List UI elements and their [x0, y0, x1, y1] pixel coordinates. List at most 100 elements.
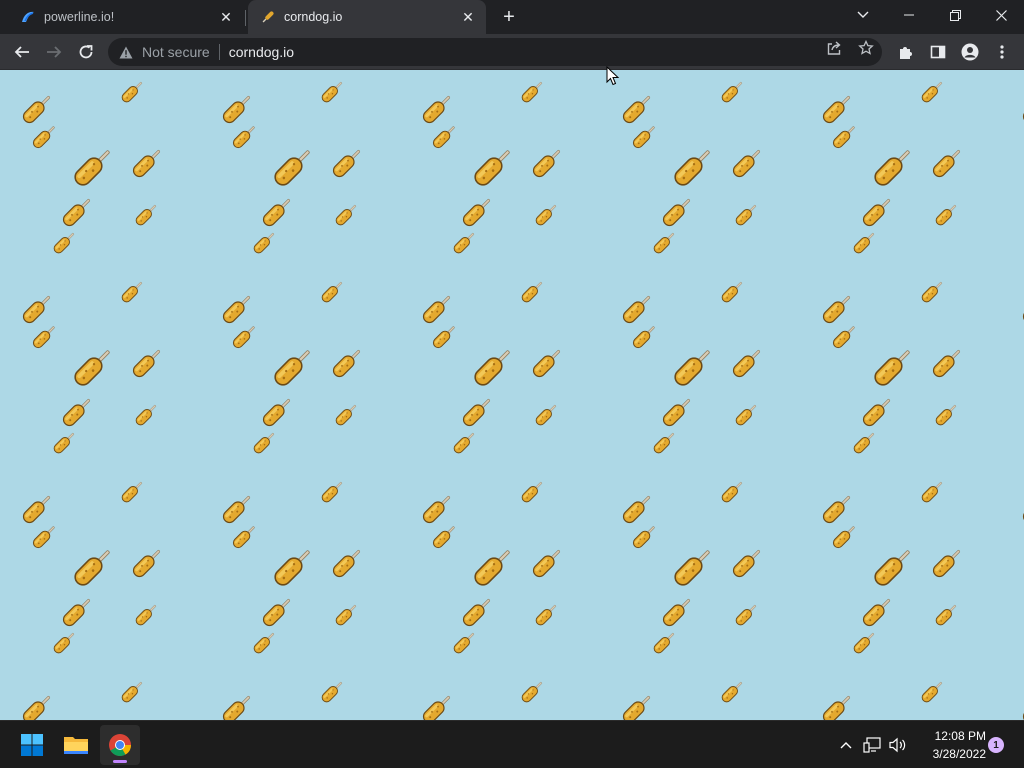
corndog-icon — [622, 695, 651, 720]
corndog-icon — [935, 404, 957, 426]
corndog-icon — [674, 350, 710, 386]
corndog-icon — [135, 204, 157, 226]
tab-title: powerline.io! — [44, 10, 115, 24]
taskbar: 12:08 PM 3/28/2022 1 — [0, 720, 1024, 768]
file-explorer-button[interactable] — [56, 725, 96, 765]
close-tab-icon[interactable]: ✕ — [458, 7, 478, 27]
corndog-icon — [462, 198, 491, 227]
corndog-icon — [732, 349, 761, 378]
new-tab-button[interactable]: + — [498, 6, 520, 28]
corndog-icon — [474, 150, 510, 186]
corndog-icon — [260, 9, 276, 25]
forward-button[interactable] — [40, 38, 68, 66]
corndog-icon — [321, 81, 343, 103]
corndog-icon — [453, 632, 475, 654]
corndog-icon — [1022, 501, 1024, 524]
extensions-puzzle-icon[interactable] — [892, 38, 920, 66]
corndog-icon — [262, 598, 291, 627]
windows-start-button[interactable] — [12, 725, 52, 765]
menu-kebab-icon[interactable] — [988, 38, 1016, 66]
corndog-icon — [732, 149, 761, 178]
corndog-icon — [232, 126, 255, 149]
corndog-icon — [521, 281, 543, 303]
corndog-icon — [121, 481, 143, 503]
address-bar[interactable]: Not secure corndog.io — [108, 38, 882, 66]
corndog-icon — [532, 149, 561, 178]
profile-avatar-icon[interactable] — [956, 38, 984, 66]
corndog-icon — [121, 81, 143, 103]
security-label[interactable]: Not secure — [142, 44, 210, 60]
corndog-icon — [853, 232, 875, 254]
corndog-icon — [32, 126, 55, 149]
corndog-icon — [132, 149, 161, 178]
corndog-icon — [335, 404, 357, 426]
corndog-icon — [632, 126, 655, 149]
tab-search-chevron-icon[interactable] — [840, 0, 886, 30]
minimize-button[interactable] — [886, 0, 932, 30]
corndog-icon — [462, 398, 491, 427]
bookmark-star-icon[interactable] — [858, 40, 874, 56]
corndog-icon — [822, 695, 851, 720]
corndog-icon — [653, 432, 675, 454]
reload-button[interactable] — [72, 38, 100, 66]
notification-badge[interactable]: 1 — [988, 737, 1004, 753]
corndog-icon — [721, 81, 743, 103]
corndog-icon — [874, 150, 910, 186]
corndog-icon — [62, 598, 91, 627]
close-window-button[interactable] — [978, 0, 1024, 30]
corndog-icon — [321, 681, 343, 703]
corndog-icon — [232, 526, 255, 549]
windows-logo-icon — [21, 734, 43, 756]
corndog-icon — [62, 398, 91, 427]
clock-time: 12:08 PM — [934, 729, 986, 743]
corndog-icon — [274, 550, 310, 586]
corndog-icon — [74, 150, 110, 186]
corndog-icon — [853, 632, 875, 654]
corndog-icon — [735, 404, 757, 426]
corndog-icon — [532, 549, 561, 578]
corndog-icon — [862, 398, 891, 427]
corndog-icon — [832, 526, 855, 549]
corndog-icon — [232, 326, 255, 349]
corndog-icon — [521, 681, 543, 703]
corndog-icon — [432, 526, 455, 549]
tab-powerline[interactable]: powerline.io! ✕ — [8, 0, 244, 34]
tab-strip: powerline.io! ✕ corndog.io ✕ + — [0, 0, 1024, 34]
corndog-icon — [274, 150, 310, 186]
close-tab-icon[interactable]: ✕ — [216, 7, 236, 27]
system-clock[interactable]: 12:08 PM 3/28/2022 — [912, 727, 986, 763]
network-icon[interactable] — [862, 735, 882, 755]
page-viewport — [0, 70, 1024, 720]
corndog-icon — [32, 526, 55, 549]
clock-date: 3/28/2022 — [932, 747, 986, 761]
tab-title: corndog.io — [284, 10, 343, 24]
volume-icon[interactable] — [888, 735, 908, 755]
corndog-icon — [535, 404, 557, 426]
corndog-icon — [332, 349, 361, 378]
corndog-icon — [335, 204, 357, 226]
corndog-icon — [53, 632, 75, 654]
omnibox-divider — [218, 44, 220, 60]
share-icon[interactable] — [826, 40, 842, 56]
corndog-icon — [735, 204, 757, 226]
warning-icon[interactable] — [118, 44, 134, 60]
url-text[interactable]: corndog.io — [229, 44, 294, 60]
tab-corndog[interactable]: corndog.io ✕ — [248, 0, 486, 34]
corndog-icon — [732, 549, 761, 578]
corndog-icon — [432, 126, 455, 149]
corndog-icon — [74, 350, 110, 386]
corndog-icon — [453, 432, 475, 454]
corndog-icon — [662, 398, 691, 427]
back-button[interactable] — [8, 38, 36, 66]
restore-button[interactable] — [932, 0, 978, 30]
tray-chevron-up-icon[interactable] — [836, 735, 856, 755]
corndog-icon — [721, 281, 743, 303]
corndog-icon — [422, 695, 451, 720]
chrome-taskbar-button[interactable] — [100, 725, 140, 765]
corndog-icon — [474, 350, 510, 386]
corndog-icon — [1022, 101, 1024, 124]
corndog-icon — [332, 149, 361, 178]
side-panel-icon[interactable] — [924, 38, 952, 66]
corndog-icon — [321, 481, 343, 503]
corndog-icon — [321, 281, 343, 303]
